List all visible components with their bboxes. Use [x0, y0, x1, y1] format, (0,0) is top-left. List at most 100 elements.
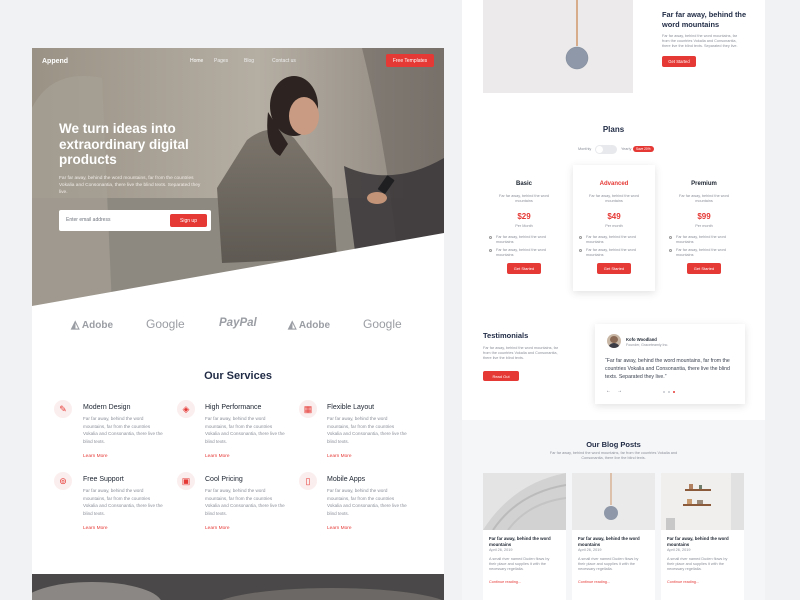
plan-price: $29: [517, 212, 531, 221]
learn-more-link[interactable]: Learn More: [83, 526, 108, 531]
blog-card[interactable]: Far far away, behind the word mountains …: [483, 473, 566, 600]
plan-price: $99: [697, 212, 711, 221]
service-desc: Far far away, behind the word mountains,…: [83, 416, 163, 444]
plan-period: Per Month: [515, 224, 533, 228]
blog-post-title[interactable]: Far far away, behind the word mountains: [578, 536, 650, 547]
plan-feature: Far far away, behind the word mountains: [496, 248, 546, 258]
logo-adobe-1: ◭ Adobe: [71, 319, 113, 331]
brand-logo[interactable]: Append: [42, 58, 68, 65]
service-desc: Far far away, behind the word mountains,…: [327, 488, 407, 516]
email-input[interactable]: Enter email address: [66, 217, 110, 223]
email-signup-box: Enter email address Sign up: [59, 210, 211, 231]
plan-price: $49: [607, 212, 621, 221]
nav-home[interactable]: Home: [190, 58, 203, 64]
plan-get-started-button[interactable]: Get Started: [507, 263, 541, 274]
brush-icon: ✎: [54, 400, 72, 418]
services-title: Our Services: [204, 370, 272, 382]
check-icon: [669, 249, 672, 252]
continue-reading-link[interactable]: Continue reading...: [489, 580, 521, 584]
learn-more-link[interactable]: Learn More: [83, 454, 108, 459]
continue-reading-link[interactable]: Continue reading...: [578, 580, 610, 584]
sign-up-button[interactable]: Sign up: [170, 214, 207, 227]
blog-title: Our Blog Posts: [586, 440, 641, 449]
blog-card[interactable]: Far far away, behind the word mountains …: [572, 473, 655, 600]
layers-icon: ◈: [177, 400, 195, 418]
check-icon: [489, 249, 492, 252]
blog-image-shelves: [661, 473, 744, 530]
plan-text: Far far away, behind the word mountains: [679, 194, 729, 204]
billing-toggle-knob: [596, 146, 603, 153]
next-arrow-icon[interactable]: →: [617, 388, 622, 394]
blog-image-stairs: [483, 473, 566, 530]
plan-feature: Far far away, behind the word mountains: [496, 235, 546, 245]
bag-icon: ▣: [177, 472, 195, 490]
plan-feature: Far far away, behind the word mountains: [586, 248, 636, 258]
layout-icon: ▦: [299, 400, 317, 418]
blog-subtitle: Far far away, behind the word mountains,…: [549, 451, 678, 461]
logo-adobe-2: ◭ Adobe: [288, 319, 330, 331]
check-icon: [579, 249, 582, 252]
phone-icon: ▯: [299, 472, 317, 490]
check-icon: [669, 236, 672, 239]
avatar-face: [610, 336, 618, 343]
testimonial-card: Kofo Woodland Founder, Graceteamly Inc. …: [595, 324, 745, 404]
blog-post-date: April 26, 2019: [489, 548, 513, 552]
blog-post-title[interactable]: Far far away, behind the word mountains: [489, 536, 561, 547]
testimonials-title: Testimonials: [483, 331, 529, 340]
learn-more-link[interactable]: Learn More: [205, 454, 230, 459]
service-title-cool-pricing: Cool Pricing: [205, 476, 243, 483]
plan-get-started-button[interactable]: Get Started: [687, 263, 721, 274]
landing-page-right: Far far away, behind the word mountains …: [462, 0, 765, 600]
service-title-mobile-apps: Mobile Apps: [327, 476, 366, 483]
blog-card[interactable]: Far far away, behind the word mountains …: [661, 473, 744, 600]
service-desc: Far far away, behind the word mountains,…: [83, 488, 163, 516]
save-badge: Save 20%: [633, 146, 654, 152]
prev-arrow-icon[interactable]: ←: [606, 388, 611, 394]
check-icon: [579, 236, 582, 239]
learn-more-link[interactable]: Learn More: [327, 526, 352, 531]
blog-post-excerpt: A small river named Duden flows by their…: [578, 557, 639, 572]
avatar-body: [608, 343, 620, 348]
hero-title: We turn ideas into extraordinary digital…: [59, 121, 189, 167]
blog-post-date: April 26, 2019: [578, 548, 602, 552]
adobe-icon: ◭: [71, 319, 80, 331]
nav-pages[interactable]: Pages: [214, 58, 228, 64]
plan-period: Per month: [695, 224, 713, 228]
testimonial-quote: “Far far away, behind the word mountains…: [605, 358, 730, 380]
carousel-dot[interactable]: [668, 391, 670, 393]
free-templates-button[interactable]: Free Templates: [386, 54, 434, 67]
learn-more-link[interactable]: Learn More: [205, 526, 230, 531]
nav-contact[interactable]: Contact us: [272, 58, 296, 64]
service-desc: Far far away, behind the word mountains,…: [327, 416, 407, 444]
carousel-dot[interactable]: [663, 391, 665, 393]
testimonials-text: Far far away, behind the word mountains,…: [483, 346, 559, 361]
feature-get-started-button[interactable]: Get Started: [662, 56, 696, 67]
adobe-icon: ◭: [288, 319, 297, 331]
plans-title: Plans: [602, 125, 625, 134]
plan-name: Premium: [691, 181, 717, 187]
service-title-high-performance: High Performance: [205, 404, 262, 411]
hero-diagonal: [32, 233, 444, 313]
service-title-free-support: Free Support: [83, 476, 124, 483]
read-out-button[interactable]: Read Out: [483, 371, 519, 381]
lifebuoy-icon: ⊚: [54, 472, 72, 490]
plan-card-premium: Premium Far far away, behind the word mo…: [663, 174, 745, 286]
testimonial-name: Kofo Woodland: [626, 337, 657, 342]
service-desc: Far far away, behind the word mountains,…: [205, 416, 285, 444]
nav-blog[interactable]: Blog: [244, 58, 254, 64]
plan-get-started-button[interactable]: Get Started: [597, 263, 631, 274]
logo-google-1: Google: [146, 317, 185, 331]
landing-page-left: Append Home Pages Blog Contact us Free T…: [32, 48, 444, 600]
plan-name: Basic: [515, 181, 532, 187]
continue-reading-link[interactable]: Continue reading...: [667, 580, 699, 584]
bottom-image: [32, 574, 444, 600]
plan-text: Far far away, behind the word mountains: [589, 194, 639, 204]
feature-image: [483, 0, 633, 93]
check-icon: [489, 236, 492, 239]
plan-feature: Far far away, behind the word mountains: [586, 235, 636, 245]
blog-post-title[interactable]: Far far away, behind the word mountains: [667, 536, 739, 547]
carousel-dot-active[interactable]: [673, 391, 675, 393]
billing-toggle[interactable]: [595, 145, 617, 154]
plan-feature: Far far away, behind the word mountains: [676, 248, 726, 258]
learn-more-link[interactable]: Learn More: [327, 454, 352, 459]
